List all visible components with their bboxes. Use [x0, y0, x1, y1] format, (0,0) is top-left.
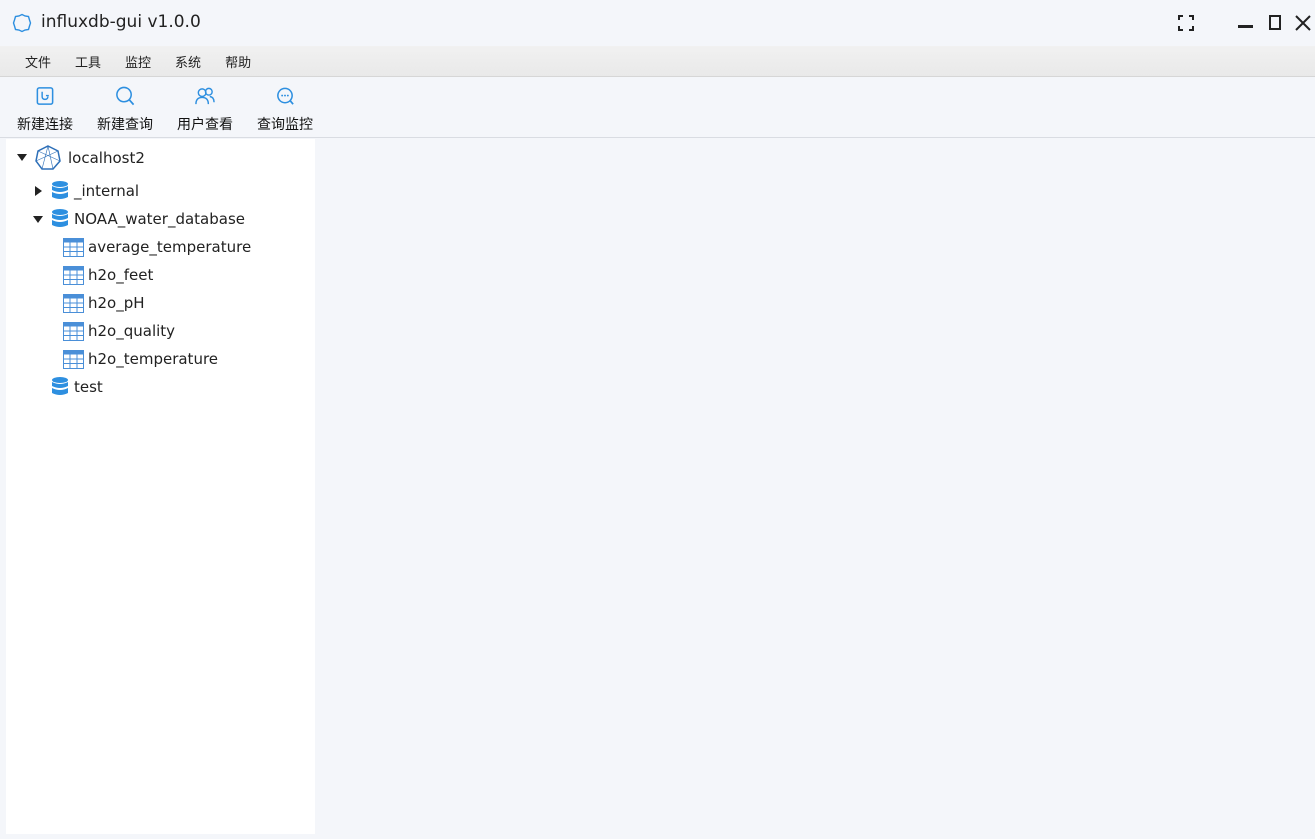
close-icon[interactable] — [1294, 14, 1312, 32]
expand-arrow-down-icon[interactable] — [32, 213, 44, 225]
measurement-label: h2o_temperature — [88, 350, 219, 368]
connection-tree: localhost2 _internal NOAA_water_database… — [6, 139, 315, 834]
database-label: _internal — [74, 182, 140, 200]
table-icon — [63, 293, 84, 313]
database-label: test — [74, 378, 103, 396]
menu-bar: 文件 工具 监控 系统 帮助 — [0, 46, 1315, 77]
search-icon — [116, 86, 135, 106]
server-connection-icon — [35, 145, 61, 170]
minimize-icon[interactable] — [1237, 14, 1255, 32]
table-icon — [63, 321, 84, 341]
menu-file[interactable]: 文件 — [25, 52, 51, 71]
database-icon — [52, 181, 68, 199]
measurement-label: average_temperature — [88, 238, 252, 256]
menu-system[interactable]: 系统 — [175, 52, 201, 71]
tree-connection-localhost2[interactable]: localhost2 — [16, 145, 145, 171]
tree-measurement[interactable]: h2o_feet — [63, 262, 153, 288]
table-icon — [63, 349, 84, 369]
monitor-search-icon — [277, 87, 294, 105]
database-label: NOAA_water_database — [74, 210, 245, 228]
measurement-label: h2o_pH — [88, 294, 145, 312]
menu-tools[interactable]: 工具 — [75, 52, 101, 71]
tree-measurement[interactable]: h2o_quality — [63, 318, 175, 344]
menu-help[interactable]: 帮助 — [225, 52, 251, 71]
connection-plug-icon — [36, 87, 54, 105]
user-view-label: 用户查看 — [177, 117, 233, 133]
new-query-label: 新建查询 — [97, 117, 153, 133]
expand-arrow-down-icon[interactable] — [16, 152, 28, 164]
database-icon — [52, 209, 68, 227]
tree-measurement[interactable]: h2o_temperature — [63, 346, 218, 372]
app-logo-icon — [12, 13, 32, 33]
new-connection-label: 新建连接 — [17, 117, 73, 133]
title-bar: influxdb-gui v1.0.0 — [0, 0, 1315, 45]
tree-database-test[interactable]: test — [50, 374, 103, 400]
expand-arrow-right-icon[interactable] — [32, 185, 44, 197]
query-monitor-button[interactable]: 查询监控 — [250, 86, 320, 134]
users-icon — [195, 87, 215, 105]
tree-measurement[interactable]: h2o_pH — [63, 290, 145, 316]
tree-database-internal[interactable]: _internal — [32, 178, 139, 204]
connection-label: localhost2 — [68, 149, 145, 167]
menu-monitor[interactable]: 监控 — [125, 52, 151, 71]
query-monitor-label: 查询监控 — [257, 117, 313, 133]
table-icon — [63, 237, 84, 257]
measurement-label: h2o_feet — [88, 266, 154, 284]
tree-database-noaa[interactable]: NOAA_water_database — [32, 206, 245, 232]
fullscreen-icon[interactable] — [1177, 14, 1195, 32]
table-icon — [63, 265, 84, 285]
main-content-area — [316, 139, 1315, 839]
maximize-icon[interactable] — [1266, 14, 1284, 32]
new-query-button[interactable]: 新建查询 — [90, 86, 160, 134]
tree-measurement[interactable]: average_temperature — [63, 234, 251, 260]
toolbar: 新建连接 新建查询 用户查看 查询监控 — [0, 78, 1315, 138]
app-window: influxdb-gui v1.0.0 文件 工具 监控 系统 帮助 新建连接 — [0, 0, 1315, 839]
window-title: influxdb-gui v1.0.0 — [41, 12, 201, 32]
new-connection-button[interactable]: 新建连接 — [10, 86, 80, 134]
user-view-button[interactable]: 用户查看 — [170, 86, 240, 134]
measurement-label: h2o_quality — [88, 322, 176, 340]
database-icon — [52, 377, 68, 395]
